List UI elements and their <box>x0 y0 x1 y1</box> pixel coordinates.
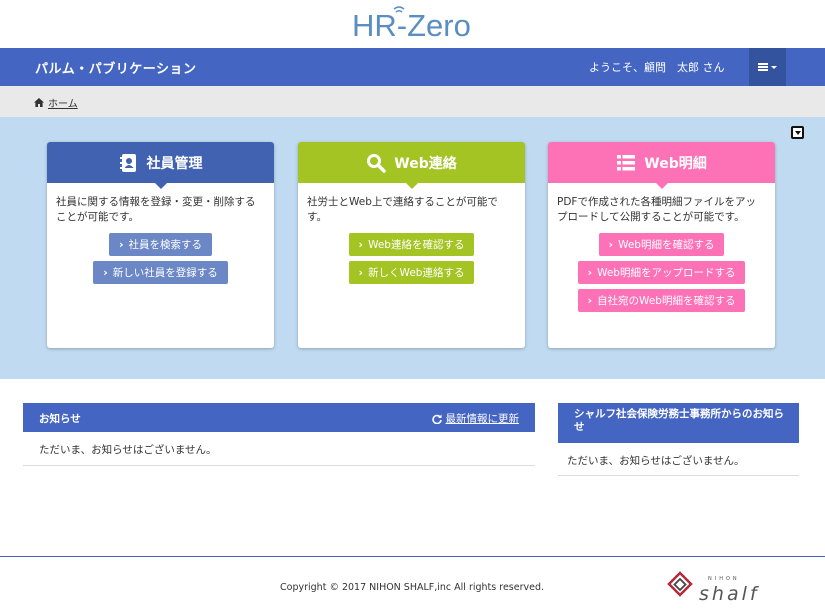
notice-title: お知らせ <box>39 413 81 425</box>
notice-panel-header: お知らせ 最新情報に更新 <box>23 403 535 432</box>
shalf-logo-small-text: NIHON <box>708 576 740 582</box>
chevron-right-icon: › <box>358 266 364 279</box>
web-contact-card-title: Web連絡 <box>394 155 457 172</box>
view-web-contact-button[interactable]: › Web連絡を確認する <box>348 233 475 256</box>
web-payslip-card-header[interactable]: Web明細 <box>548 142 775 189</box>
refresh-icon <box>431 414 442 424</box>
web-payslip-card-title: Web明細 <box>644 155 707 172</box>
logo-text: HR-Zero <box>352 8 471 41</box>
upload-payslip-button[interactable]: › Web明細をアップロードする <box>577 261 746 284</box>
navbar: パルム・パブリケーション ようこそ、顧問 太郎 さん <box>0 48 825 86</box>
web-contact-card: Web連絡 社労士とWeb上で連絡することが可能です。 › Web連絡を確認する … <box>298 142 525 348</box>
web-contact-card-description: 社労士とWeb上で連絡することが可能です。 <box>307 196 498 223</box>
refresh-link[interactable]: 最新情報に更新 <box>431 411 519 426</box>
bars-icon <box>758 63 768 71</box>
chevron-right-icon: › <box>608 238 614 251</box>
shalf-notice-message: ただいま、お知らせはございません。 <box>558 443 799 476</box>
chevron-right-icon: › <box>358 238 364 251</box>
employee-card: 社員管理 社員に関する情報を登録・変更・削除することが可能です。 › 社員を検索す… <box>47 142 274 348</box>
shalf-notice-title: シャルフ社会保険労務士事務所からのお知らせ <box>574 408 784 433</box>
caret-down-icon <box>794 130 801 135</box>
menu-dropdown-button[interactable] <box>749 48 786 86</box>
notice-message: ただいま、お知らせはございません。 <box>23 432 535 466</box>
web-payslip-card: Web明細 PDFで作成された各種明細ファイルをアップロードして公開することが可… <box>548 142 775 348</box>
employee-card-header[interactable]: 社員管理 <box>47 142 274 189</box>
home-icon <box>34 98 44 107</box>
new-web-contact-button[interactable]: › 新しくWeb連絡する <box>348 261 475 284</box>
app-title[interactable]: パルム・パブリケーション <box>35 58 196 77</box>
breadcrumb-home-link[interactable]: ホーム <box>48 95 78 110</box>
web-contact-card-header[interactable]: Web連絡 <box>298 142 525 189</box>
register-employee-button[interactable]: › 新しい社員を登録する <box>93 261 228 284</box>
shalf-logo-text: shalf <box>699 583 760 605</box>
copyright-text: Copyright © 2017 NIHON SHALF,inc All rig… <box>280 582 545 593</box>
search-employee-button[interactable]: › 社員を検索する <box>108 233 213 256</box>
welcome-message: ようこそ、顧問 太郎 さん <box>589 61 725 74</box>
chevron-right-icon: › <box>118 238 124 251</box>
breadcrumb: ホーム <box>0 86 825 117</box>
shalf-logo[interactable]: NIHON shalf <box>667 570 779 606</box>
logo-bar: HR-Zero <box>0 0 825 48</box>
hr-zero-logo[interactable]: HR-Zero <box>352 5 472 41</box>
web-payslip-card-description: PDFで作成された各種明細ファイルをアップロードして公開することが可能です。 <box>557 196 756 223</box>
chevron-right-icon: › <box>103 266 108 279</box>
search-icon <box>367 153 387 173</box>
footer-divider <box>0 556 825 557</box>
chevron-right-icon: › <box>587 266 593 279</box>
dashboard-hero: 社員管理 社員に関する情報を登録・変更・削除することが可能です。 › 社員を検索す… <box>0 117 825 379</box>
chevron-right-icon: › <box>587 294 593 307</box>
view-payslip-button[interactable]: › Web明細を確認する <box>598 233 725 256</box>
address-book-icon <box>119 153 136 172</box>
shalf-notice-header: シャルフ社会保険労務士事務所からのお知らせ <box>558 403 799 443</box>
employee-card-title: 社員管理 <box>146 155 203 172</box>
employee-card-description: 社員に関する情報を登録・変更・削除することが可能です。 <box>56 196 256 223</box>
collapse-toggle-button[interactable] <box>791 126 804 139</box>
caret-down-icon <box>771 65 777 69</box>
view-own-payslip-button[interactable]: › 自社宛のWeb明細を確認する <box>577 289 746 312</box>
list-icon <box>617 154 636 170</box>
